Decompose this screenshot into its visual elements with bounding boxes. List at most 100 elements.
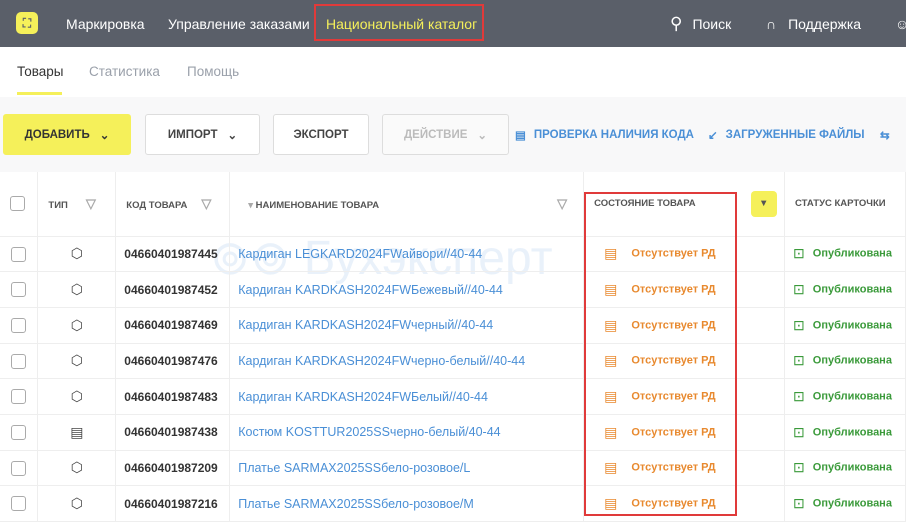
row-checkbox[interactable] [11, 246, 26, 262]
table-row[interactable]: ⬡ 04660401987476 Кардиган KARDKASH2024FW… [0, 343, 906, 380]
card-status-icon: ⊡ [793, 281, 805, 298]
name-cell: Платье SARMAX2025SSбело-розовое/M [229, 485, 585, 522]
tab-goods[interactable]: Товары [17, 64, 63, 79]
product-name-link[interactable]: Кардиган LEGKARD2024FWайвори//40-44 [238, 247, 482, 261]
status-label: Опубликована [812, 248, 892, 261]
product-name-link[interactable]: Костюм KOSTTUR2025SSчерно-белый/40-44 [238, 425, 500, 439]
tab-help[interactable]: Помощь [187, 64, 239, 79]
status-cell: ⊡ Опубликована [784, 343, 906, 380]
action-button[interactable]: ДЕЙСТВИЕ ⌄ [382, 114, 509, 155]
code-cell: 04660401987209 [115, 450, 231, 487]
state-label: Отсутствует РД [631, 248, 716, 261]
export-button[interactable]: ЭКСПОРТ [273, 114, 369, 155]
filter-icon[interactable]: ▽ [86, 196, 96, 211]
row-checkbox[interactable] [11, 389, 26, 405]
table-row[interactable]: ⬡ 04660401987209 Платье SARMAX2025SSбело… [0, 450, 906, 487]
row-select-cell [0, 450, 39, 487]
name-cell: Кардиган LEGKARD2024FWайвори//40-44 [229, 236, 585, 273]
import-label: ИМПОРТ [167, 128, 218, 141]
tab-statistics[interactable]: Статистика [89, 64, 160, 79]
name-cell: Платье SARMAX2025SSбело-розовое/L [229, 450, 585, 487]
code-cell: 04660401987476 [115, 343, 231, 380]
status-cell: ⊡ Опубликована [784, 485, 906, 522]
row-select-cell [0, 307, 39, 344]
nav-order-management[interactable]: Управление заказами [168, 0, 310, 47]
card-status-icon: ⊡ [793, 352, 805, 369]
table-row[interactable]: ⬡ 04660401987483 Кардиган KARDKASH2024FW… [0, 378, 906, 415]
product-name-link[interactable]: Кардиган KARDKASH2024FWчерно-белый//40-4… [238, 354, 525, 368]
search-icon: ⚲ [670, 13, 683, 33]
check-code-link[interactable]: ▤ ПРОВЕРКА НАЛИЧИЯ КОДА [515, 128, 694, 142]
card-status-icon: ⊡ [793, 459, 805, 476]
support-button[interactable]: ∩ Поддержка [766, 0, 861, 47]
uploaded-files-link[interactable]: ↙ ЗАГРУЖЕННЫЕ ФАЙЛЫ [708, 128, 865, 142]
table-row[interactable]: ▤ 04660401987438 Костюм KOSTTUR2025SSчер… [0, 414, 906, 451]
status-cell: ⊡ Опубликована [784, 450, 906, 487]
filter-icon-active[interactable]: ▼ [750, 190, 777, 217]
status-cell: ⊡ Опубликована [784, 378, 906, 415]
state-label: Отсутствует РД [631, 390, 716, 403]
product-name-link[interactable]: Кардиган KARDKASH2024FWчерный//40-44 [238, 318, 493, 332]
type-cell: ⬡ [37, 343, 117, 380]
select-all-checkbox[interactable] [10, 196, 25, 212]
row-checkbox[interactable] [11, 496, 26, 512]
row-checkbox[interactable] [11, 317, 26, 333]
row-checkbox[interactable] [11, 282, 26, 298]
header-status-label: СТАТУС КАРТОЧКИ [795, 198, 886, 210]
state-label: Отсутствует РД [631, 283, 716, 296]
state-cell: ▤ Отсутствует РД [583, 343, 786, 380]
status-label: Опубликована [812, 355, 892, 368]
document-icon: ▤ [604, 495, 618, 512]
box-icon: ⬡ [70, 352, 83, 369]
state-cell: ▤ Отсутствует РД [583, 485, 786, 522]
card-status-icon: ⊡ [793, 388, 805, 405]
product-name-link[interactable]: Кардиган KARDKASH2024FWБелый//40-44 [238, 390, 488, 404]
columns-settings-icon[interactable]: ⇆ [880, 128, 890, 142]
highlight-box [314, 4, 484, 41]
header-type: ТИП ▽ [37, 172, 117, 237]
row-checkbox[interactable] [11, 424, 26, 440]
state-label: Отсутствует РД [631, 319, 716, 332]
code-cell: 04660401987438 [115, 414, 231, 451]
product-name-link[interactable]: Кардиган KARDKASH2024FWБежевый//40-44 [238, 283, 503, 297]
filter-icon[interactable]: ▽ [201, 196, 211, 211]
table-row[interactable]: ⬡ 04660401987445 Кардиган LEGKARD2024FWа… [0, 236, 906, 273]
row-select-cell [0, 236, 39, 273]
header-code: КОД ТОВАРА ▽ [115, 172, 231, 237]
code-cell: 04660401987483 [115, 378, 231, 415]
document-icon: ▤ [604, 423, 618, 440]
user-icon[interactable]: ☺ [895, 0, 906, 47]
list-icon: ▤ [70, 423, 84, 440]
header-name-label: НАИМЕНОВАНИЕ ТОВАРА [255, 199, 380, 211]
filter-icon[interactable]: ▽ [557, 196, 567, 211]
header-status: СТАТУС КАРТОЧКИ [784, 172, 906, 237]
row-select-cell [0, 485, 39, 522]
top-bar: ⛶ Маркировка Управление заказами Национа… [0, 0, 906, 47]
search-button[interactable]: ⚲ Поиск [670, 0, 731, 47]
product-name-link[interactable]: Платье SARMAX2025SSбело-розовое/L [238, 461, 470, 475]
goods-table: ТИП ▽ КОД ТОВАРА ▽ ▾ НАИМЕНОВАНИЕ ТОВАРА ▽ … [0, 172, 906, 522]
document-icon: ▤ [604, 352, 618, 369]
name-cell: Костюм KOSTTUR2025SSчерно-белый/40-44 [229, 414, 585, 451]
document-icon: ▤ [604, 388, 618, 405]
status-label: Опубликована [812, 283, 892, 296]
status-label: Опубликована [812, 319, 892, 332]
product-name-link[interactable]: Платье SARMAX2025SSбело-розовое/M [238, 497, 474, 511]
status-label: Опубликована [812, 426, 892, 439]
support-label: Поддержка [788, 15, 862, 32]
table-row[interactable]: ⬡ 04660401987452 Кардиган KARDKASH2024FW… [0, 271, 906, 308]
add-button[interactable]: ДОБАВИТЬ ⌄ [3, 114, 131, 155]
header-name[interactable]: ▾ НАИМЕНОВАНИЕ ТОВАРА ▽ [229, 172, 585, 237]
import-button[interactable]: ИМПОРТ ⌄ [145, 114, 260, 155]
box-icon: ⬡ [70, 495, 83, 512]
logo-icon[interactable]: ⛶ [16, 12, 38, 34]
table-row[interactable]: ⬡ 04660401987469 Кардиган KARDKASH2024FW… [0, 307, 906, 344]
status-cell: ⊡ Опубликована [784, 271, 906, 308]
state-cell: ▤ Отсутствует РД [583, 236, 786, 273]
row-checkbox[interactable] [11, 353, 26, 369]
type-cell: ⬡ [37, 271, 117, 308]
table-row[interactable]: ⬡ 04660401987216 Платье SARMAX2025SSбело… [0, 485, 906, 522]
row-checkbox[interactable] [11, 460, 26, 476]
nav-markirovka[interactable]: Маркировка [66, 0, 145, 47]
state-cell: ▤ Отсутствует РД [583, 307, 786, 344]
